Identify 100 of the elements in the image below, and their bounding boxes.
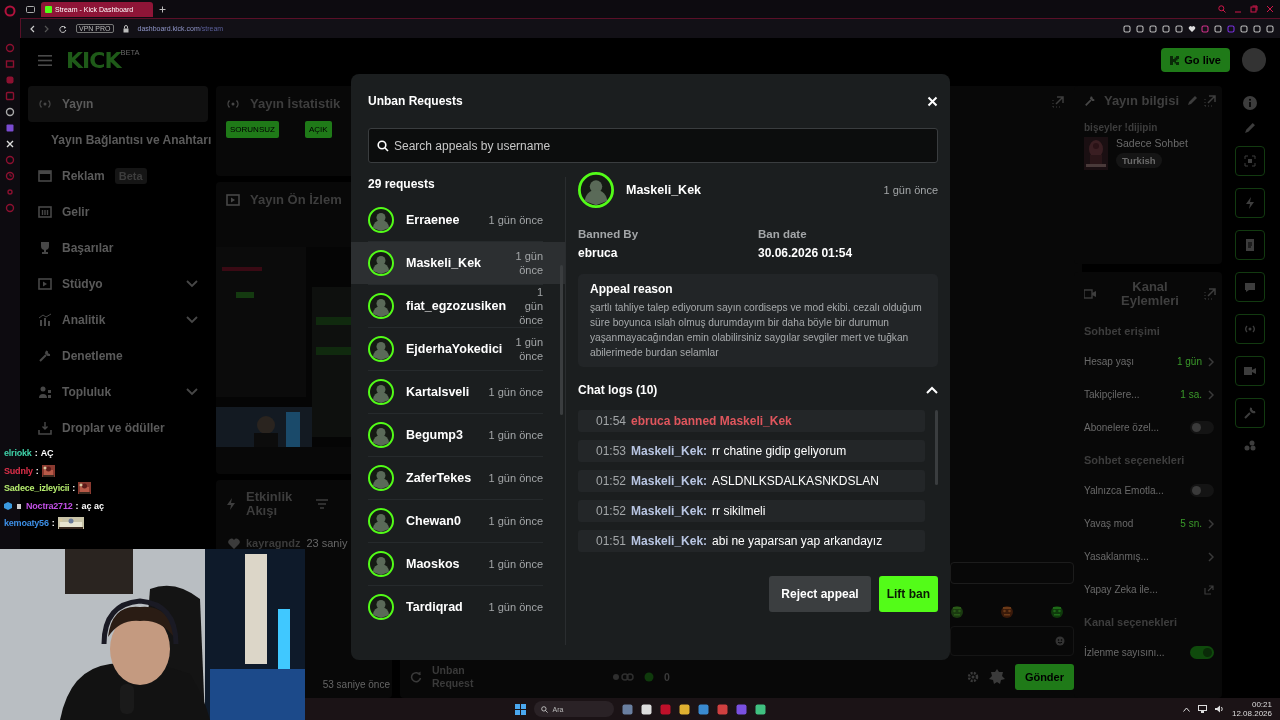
new-tab-icon[interactable]: [159, 5, 167, 13]
avatar-icon: [368, 293, 394, 319]
request-item[interactable]: Tardiqrad 1 gün önce: [351, 586, 565, 628]
toggle-switch[interactable]: [1190, 646, 1214, 660]
taskbar-app-icon[interactable]: [678, 703, 690, 715]
avatar-icon[interactable]: [1242, 48, 1266, 72]
windows-icon[interactable]: [514, 703, 526, 715]
wrench-icon: [1244, 407, 1256, 419]
close-icon[interactable]: [1266, 5, 1274, 13]
pop-out-icon[interactable]: [1204, 287, 1216, 300]
info-icon[interactable]: [1243, 96, 1257, 110]
status-badge: SORUNSUZ: [226, 121, 279, 138]
film-icon: [226, 192, 240, 207]
log-time: 01:51: [596, 533, 627, 548]
language-tag: Turkish: [1116, 152, 1162, 168]
separator: :: [72, 483, 76, 494]
reload-icon[interactable]: [59, 24, 67, 33]
status-badge: AÇIK: [304, 121, 332, 138]
document-icon: [1244, 239, 1256, 251]
scrollbar[interactable]: [935, 409, 938, 485]
clock-date[interactable]: 12.08.2026: [1231, 709, 1272, 719]
clock-time[interactable]: 00:21: [1251, 699, 1272, 709]
chevron-right-icon[interactable]: [1208, 551, 1214, 562]
search-icon[interactable]: [1218, 5, 1226, 13]
lock-icon: [122, 24, 129, 33]
separator: :: [34, 448, 38, 459]
rail-button[interactable]: [1235, 272, 1265, 302]
download-icon: [38, 421, 52, 435]
toggle-switch[interactable]: [1190, 484, 1214, 498]
settings-icon[interactable]: [966, 671, 979, 683]
rail-button[interactable]: [1235, 230, 1265, 260]
video-icon: [1244, 365, 1256, 377]
log-message: rr chatine gidip geliyorum: [712, 443, 847, 458]
chevron-right-icon[interactable]: [1208, 389, 1214, 400]
smiley-icon[interactable]: [1055, 636, 1065, 646]
refresh-icon[interactable]: [410, 671, 422, 683]
setting-label: Yavaş mod: [1084, 518, 1135, 530]
scrollbar[interactable]: [560, 265, 563, 415]
wrench-icon: [1084, 94, 1096, 107]
rail-button[interactable]: [1235, 146, 1265, 176]
link-icon[interactable]: [612, 672, 634, 682]
request-item[interactable]: Erraenee 1 gün önce: [351, 199, 565, 241]
pop-out-icon[interactable]: [1204, 94, 1216, 107]
close-icon: [927, 95, 938, 107]
badge-icon[interactable]: [988, 669, 1005, 685]
category-name[interactable]: Sadece Sohbet: [1116, 136, 1188, 149]
log-user: Maskeli_Kek:: [631, 503, 708, 518]
chevron-right-icon[interactable]: [1208, 356, 1214, 367]
edit-icon[interactable]: [1187, 95, 1198, 107]
lift-ban-button[interactable]: Lift ban: [878, 575, 938, 612]
back-icon[interactable]: [29, 24, 35, 33]
avatar-icon: [368, 465, 394, 491]
edit-icon[interactable]: [1244, 122, 1256, 134]
menu-icon[interactable]: [38, 54, 52, 66]
log-message: rr sikilmeli: [712, 503, 766, 518]
wrench-icon: [38, 349, 52, 363]
avatar-icon: [368, 379, 394, 405]
restore-icon[interactable]: [1250, 5, 1258, 13]
send-button[interactable]: Gönder: [1014, 664, 1074, 690]
close-button[interactable]: [927, 95, 938, 107]
field-value: 30.06.2026 01:54: [758, 246, 854, 260]
chevron-right-icon[interactable]: [1208, 518, 1214, 529]
dots-icon[interactable]: [1244, 440, 1256, 452]
request-item[interactable]: Maskeli_Kek 1 gün önce: [351, 242, 565, 284]
setting-label: Yalnızca Emotla...: [1084, 485, 1165, 497]
rail-button[interactable]: [1235, 188, 1265, 218]
bolt-icon: [226, 497, 236, 510]
speaker-icon[interactable]: [1214, 705, 1224, 713]
log-message: abi ne yaparsan yap arkandayız: [712, 533, 883, 548]
request-item[interactable]: ZaferTekes 1 gün önce: [351, 457, 565, 499]
request-item[interactable]: Chewan0 1 gün önce: [351, 500, 565, 542]
chat-username: elriokk: [4, 448, 32, 459]
filter-icon[interactable]: [316, 498, 328, 509]
go-live-button[interactable]: Go live: [1161, 48, 1230, 72]
rail-button[interactable]: [1235, 398, 1265, 428]
taskbar-app-icon[interactable]: [640, 703, 652, 715]
log-time: 01:54: [596, 413, 627, 428]
pop-out-icon[interactable]: [1052, 96, 1064, 108]
request-item[interactable]: Maoskos 1 gün önce: [351, 543, 565, 585]
rail-button[interactable]: [1235, 356, 1265, 386]
chevron-up-icon[interactable]: [1182, 706, 1190, 712]
setting-label: Abonelere özel...: [1084, 422, 1161, 434]
tabs-icon[interactable]: [26, 5, 35, 13]
log-user: Maskeli_Kek:: [631, 533, 708, 548]
toggle-switch[interactable]: [1190, 421, 1214, 435]
rail-button[interactable]: [1235, 314, 1265, 344]
request-count: 29 requests: [367, 177, 436, 193]
request-item[interactable]: Begump3 1 gün önce: [351, 414, 565, 456]
external-link-icon[interactable]: [1204, 584, 1214, 595]
event-time: 53 saniye önce: [322, 679, 390, 690]
chat-message: AÇ: [40, 448, 54, 459]
field-label: Banned By: [578, 228, 640, 240]
reject-button[interactable]: Reject appeal: [769, 575, 871, 612]
taskbar-app-icon[interactable]: [754, 703, 766, 715]
log-time: 01:53: [596, 443, 627, 458]
avatar-icon: [368, 336, 394, 362]
forward-icon[interactable]: [44, 24, 50, 33]
setting-value: 1 sa.: [1180, 389, 1202, 401]
setting-label: Hesap yaşı: [1084, 356, 1136, 368]
network-icon[interactable]: [1197, 705, 1207, 713]
